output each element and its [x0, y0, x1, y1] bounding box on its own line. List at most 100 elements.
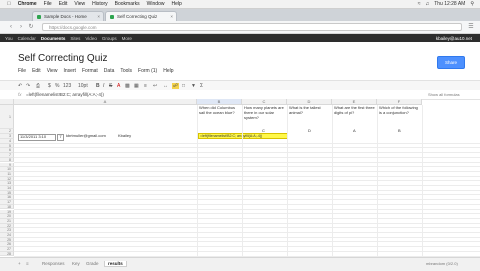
insert-link-icon[interactable]: ☍ — [172, 83, 180, 89]
browser-tab-sample-docs[interactable]: Sample Docs - Home × — [32, 11, 104, 21]
menu-window[interactable]: Window — [147, 1, 165, 7]
gbar-groups[interactable]: Groups — [102, 36, 117, 41]
flag-cell[interactable]: 7 — [57, 134, 64, 141]
answer-key-cell[interactable]: D — [308, 129, 318, 134]
question-cell[interactable]: Which of the following is a conjunction? — [379, 106, 421, 129]
spotlight-icon[interactable]: ⚲ — [470, 1, 474, 7]
docs-menu-data[interactable]: Data — [104, 68, 115, 74]
app-menu[interactable]: Chrome — [18, 1, 37, 7]
row-header[interactable]: 1 — [0, 105, 14, 129]
menu-bookmarks[interactable]: Bookmarks — [115, 1, 140, 7]
sheet-tab-results[interactable]: results — [104, 261, 127, 267]
question-cell[interactable]: What are the first three digits of pi? — [334, 106, 376, 129]
sheets-favicon-icon — [37, 14, 41, 19]
address-bar[interactable]: https://docs.google.com — [42, 23, 462, 31]
italic-icon[interactable]: I — [103, 83, 104, 89]
wrap-icon[interactable]: ↩ — [153, 83, 157, 89]
share-button[interactable]: Share — [437, 56, 465, 69]
redo-icon[interactable]: ↷ — [26, 83, 30, 89]
question-cell[interactable]: When did Columbus sail the ocean blue? — [199, 106, 241, 129]
strikethrough-icon[interactable]: S — [109, 83, 112, 89]
docs-menu-help[interactable]: Help — [163, 68, 173, 74]
column-header-f[interactable]: F — [377, 99, 422, 105]
column-header-d[interactable]: D — [287, 99, 332, 105]
menu-help[interactable]: Help — [171, 1, 181, 7]
gbar-documents[interactable]: Documents — [41, 36, 66, 41]
sheet-tab-responses[interactable]: Responses — [42, 261, 65, 266]
menu-view[interactable]: View — [74, 1, 85, 7]
reload-icon[interactable]: ↻ — [28, 24, 34, 30]
answer-key-cell[interactable]: B — [398, 129, 408, 134]
show-formulas-link[interactable]: Show all formulas — [428, 92, 460, 97]
answer-key-cell[interactable]: A — [353, 129, 363, 134]
forward-icon[interactable]: › — [18, 24, 24, 30]
apple-icon[interactable]:  — [7, 1, 11, 7]
docs-menu-edit[interactable]: Edit — [32, 68, 41, 74]
spreadsheet-grid[interactable]: A B C D E F 1 When did Columbus sail the… — [0, 99, 480, 257]
sheet-tab-grade[interactable]: Grade — [86, 261, 99, 266]
menu-edit[interactable]: Edit — [59, 1, 68, 7]
clock[interactable]: Thu 12:28 AM — [434, 1, 465, 7]
font-size-select[interactable]: 10pt — [78, 83, 88, 89]
row-divider — [14, 227, 480, 229]
row-divider — [14, 185, 480, 186]
sheet-tab-bar: + ≡ Responses Key Grade results mbrandom… — [0, 257, 480, 271]
column-header-b[interactable]: B — [197, 99, 242, 105]
docs-menu-form[interactable]: Form (1) — [138, 68, 157, 74]
docs-menu-tools[interactable]: Tools — [120, 68, 132, 74]
timestamp-cell[interactable]: 11/3/2011 3:10 — [18, 134, 56, 141]
add-sheet-icon[interactable]: + — [18, 261, 21, 266]
account-email[interactable]: kbailey@au10.net — [436, 36, 472, 41]
gbar-calendar[interactable]: Calendar — [18, 36, 36, 41]
print-icon[interactable]: ⎙ — [36, 83, 40, 89]
docs-menu-view[interactable]: View — [47, 68, 58, 74]
gbar-you[interactable]: You — [5, 36, 13, 41]
row-header[interactable]: 28 — [0, 251, 14, 257]
row-divider — [14, 217, 480, 219]
name-cell[interactable]: Kbailey — [118, 134, 148, 139]
document-title[interactable]: Self Correcting Quiz — [18, 53, 107, 64]
sheet-tab-key[interactable]: Key — [72, 261, 80, 266]
comment-icon[interactable]: □ — [182, 83, 185, 89]
volume-icon[interactable]: ♫ — [425, 1, 429, 7]
formula-input[interactable]: =left(filenamelist!B2:C; arrayfill(A:A;-… — [26, 92, 104, 97]
align-icon[interactable]: ≡ — [144, 83, 147, 89]
email-cell[interactable]: kbrtmuller@gmail.com — [66, 134, 116, 139]
column-header-a[interactable]: A — [14, 99, 197, 105]
functions-icon[interactable]: Σ — [200, 83, 203, 89]
question-cell[interactable]: What is the tallest animal? — [289, 106, 331, 129]
row-divider — [14, 142, 480, 144]
gbar-more[interactable]: More — [122, 36, 132, 41]
column-header-e[interactable]: E — [332, 99, 377, 105]
fill-color-icon[interactable]: ▩ — [125, 83, 130, 89]
docs-menu-file[interactable]: File — [18, 68, 26, 74]
gbar-video[interactable]: Video — [85, 36, 96, 41]
wrench-icon[interactable]: ☰ — [468, 24, 474, 30]
bold-icon[interactable]: B — [96, 83, 100, 89]
number-format-icon[interactable]: 123 — [63, 83, 71, 89]
filter-icon[interactable]: ▼ — [191, 83, 196, 89]
menu-history[interactable]: History — [92, 1, 108, 7]
merge-icon[interactable]: ↔ — [163, 83, 168, 89]
mac-menu-bar:  Chrome File Edit View History Bookmark… — [0, 0, 480, 9]
borders-icon[interactable]: ▦ — [134, 83, 139, 89]
currency-icon[interactable]: $ — [48, 83, 51, 89]
gbar-sites[interactable]: Sites — [70, 36, 80, 41]
browser-tab-self-correcting-quiz[interactable]: Self Correcting Quiz × — [105, 11, 177, 21]
row-divider — [14, 194, 480, 196]
selected-formula-cell[interactable]: =left(filenamelist!B2:C; arrayfill(A:A;-… — [198, 133, 288, 139]
wifi-icon[interactable]: ≈ — [418, 1, 421, 7]
percent-icon[interactable]: % — [55, 83, 59, 89]
menu-file[interactable]: File — [44, 1, 52, 7]
back-icon[interactable]: ‹ — [8, 24, 14, 30]
text-color-icon[interactable]: A — [117, 83, 120, 89]
column-header-c[interactable]: C — [242, 99, 287, 105]
sheet-list-icon[interactable]: ≡ — [26, 261, 29, 266]
docs-menu-format[interactable]: Format — [82, 68, 98, 74]
undo-icon[interactable]: ↶ — [18, 83, 22, 89]
docs-menu-insert[interactable]: Insert — [63, 68, 76, 74]
close-tab-icon[interactable]: × — [170, 14, 173, 19]
close-tab-icon[interactable]: × — [97, 14, 100, 19]
question-cell[interactable]: How many planets are there in our solar … — [244, 106, 286, 129]
google-bar: You Calendar Documents Sites Video Group… — [0, 34, 480, 42]
